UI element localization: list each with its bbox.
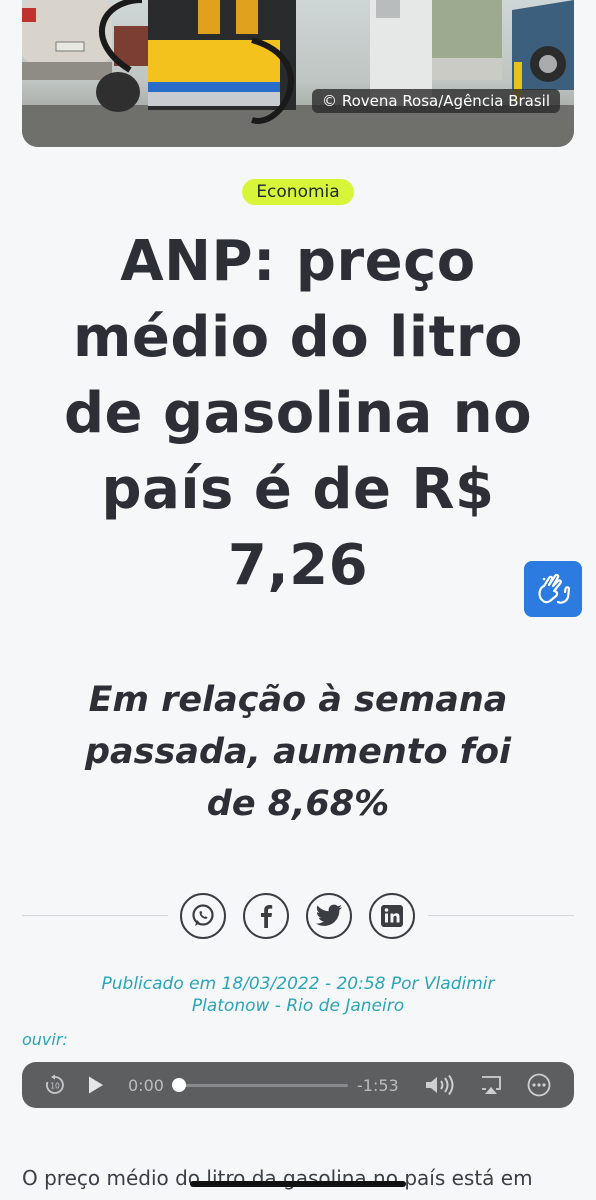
airplay-button[interactable] xyxy=(480,1062,502,1108)
whatsapp-icon xyxy=(192,904,214,926)
skip-back-button[interactable]: 10 xyxy=(44,1062,66,1108)
seek-handle[interactable] xyxy=(172,1078,186,1092)
volume-button[interactable] xyxy=(424,1062,458,1108)
photo-credit: © Rovena Rosa/Agência Brasil xyxy=(312,89,560,113)
divider xyxy=(428,915,574,916)
remaining-time: -1:53 xyxy=(357,1075,399,1095)
linkedin-icon xyxy=(381,905,403,927)
category-tag[interactable]: Economia xyxy=(242,179,354,205)
speaker-icon xyxy=(426,1074,454,1096)
share-facebook-button[interactable] xyxy=(243,893,289,939)
airplay-icon xyxy=(482,1076,501,1094)
article-subtitle: Em relação à semana passada, aumento foi… xyxy=(85,680,511,824)
sign-language-accessibility-button[interactable] xyxy=(524,561,582,617)
seek-bar[interactable] xyxy=(178,1084,348,1087)
more-options-button[interactable] xyxy=(527,1062,551,1108)
svg-text:10: 10 xyxy=(50,1082,60,1091)
play-icon xyxy=(89,1076,103,1094)
skip-back-10-icon: 10 xyxy=(46,1074,64,1094)
hero-image: © Rovena Rosa/Agência Brasil xyxy=(22,0,574,147)
divider xyxy=(22,915,168,916)
twitter-icon xyxy=(315,904,342,926)
share-twitter-button[interactable] xyxy=(306,893,352,939)
audio-player: 10 0:00 -1:53 xyxy=(22,1062,574,1108)
article-title: ANP: preço médio do litro de gasolina no… xyxy=(63,229,533,598)
home-indicator[interactable] xyxy=(190,1181,406,1187)
facebook-icon xyxy=(261,905,273,928)
more-icon xyxy=(527,1073,551,1097)
play-button[interactable] xyxy=(86,1062,106,1108)
share-linkedin-button[interactable] xyxy=(369,893,415,939)
listen-label: ouvir: xyxy=(22,1030,68,1049)
gas-station-photo xyxy=(22,0,574,147)
share-whatsapp-button[interactable] xyxy=(180,893,226,939)
sign-language-hands-icon xyxy=(538,573,571,604)
article-byline: Publicado em 18/03/2022 - 20:58 Por Vlad… xyxy=(101,974,495,1016)
elapsed-time: 0:00 xyxy=(128,1075,164,1095)
